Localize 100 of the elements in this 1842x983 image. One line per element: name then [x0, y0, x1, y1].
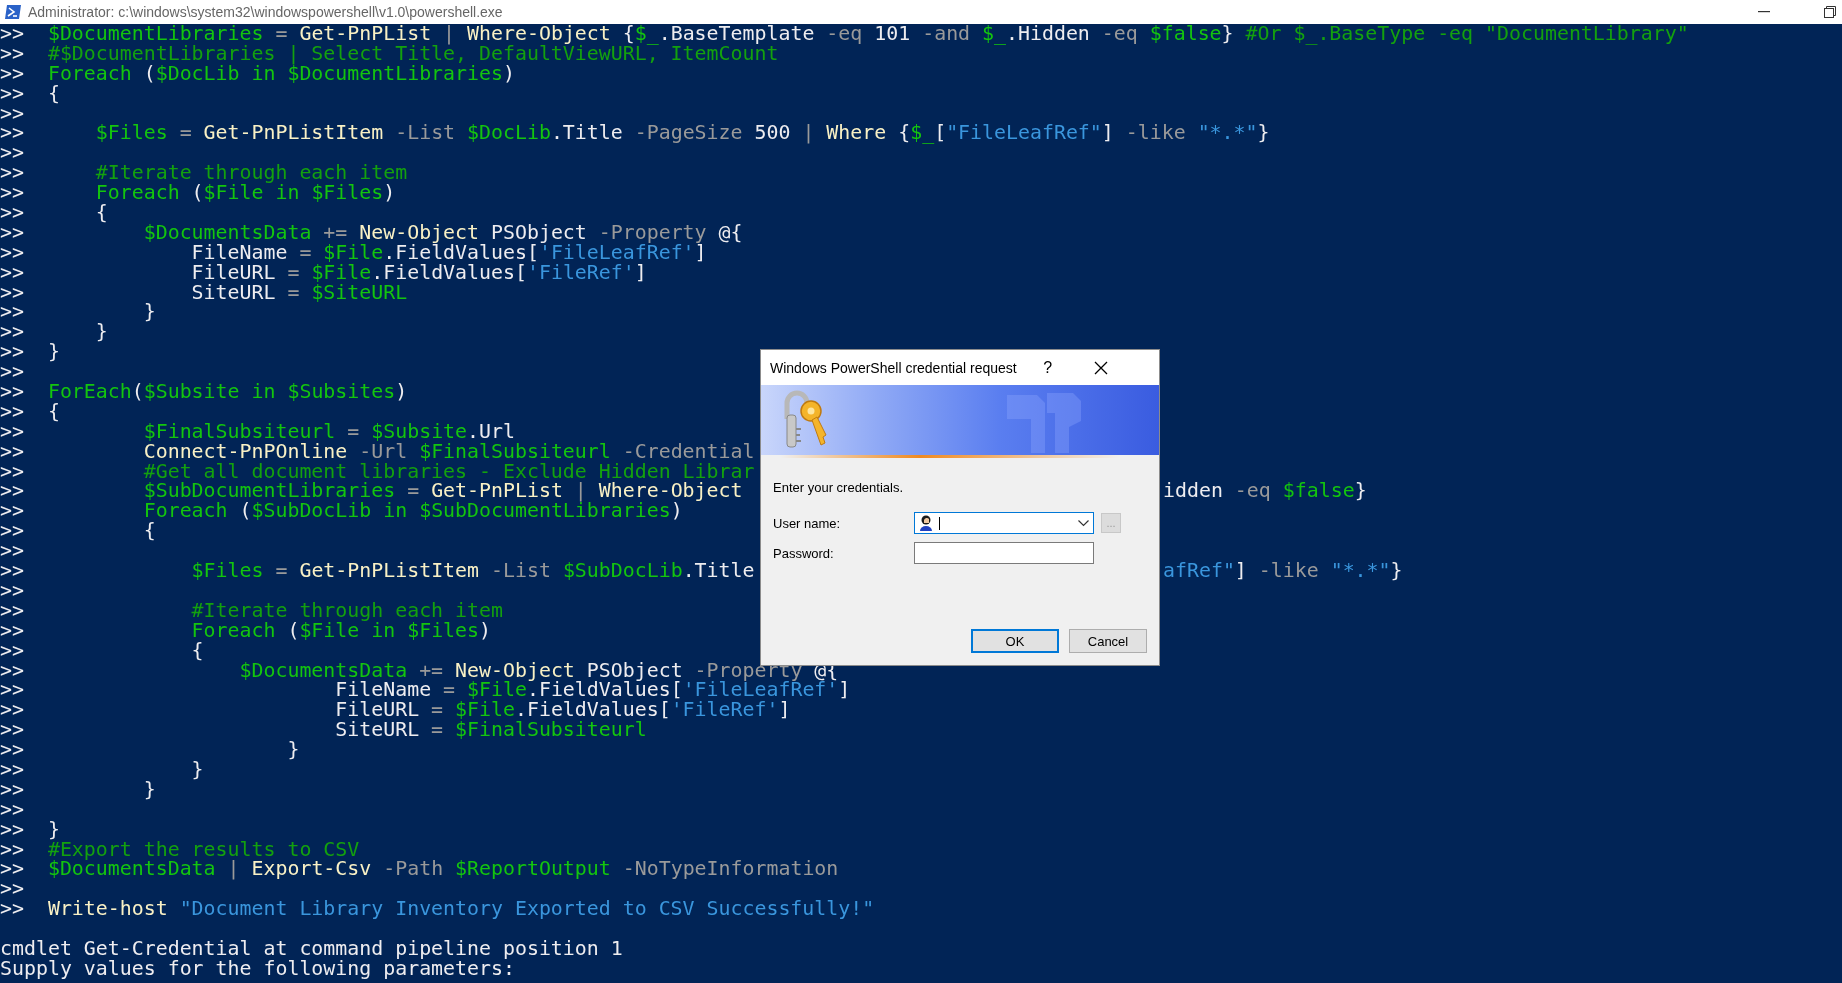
code-line: }: [142, 779, 156, 800]
prompt-marker: >>: [0, 561, 24, 582]
code-line: $DocumentsData | Export-Csv -Path $ReportOutput -NoTypeInformation: [46, 859, 839, 880]
prompt-marker: >>: [0, 282, 24, 303]
minimize-icon[interactable]: [1758, 11, 1770, 13]
prompt-marker: >>: [0, 700, 24, 721]
prompt-marker: >>: [0, 640, 24, 661]
code-line: $Files = Get-PnPListItem -List $SubDocLib.Title: [190, 561, 755, 582]
prompt-marker: >>: [0, 799, 24, 820]
password-field[interactable]: [914, 542, 1094, 564]
code-line: Foreach ($DocLib in $DocumentLibraries): [46, 63, 515, 84]
output-line: Supply values for the following parameters:: [0, 958, 515, 979]
code-line: }: [286, 740, 300, 761]
prompt-marker: >>: [0, 680, 24, 701]
prompt-marker: >>: [0, 322, 24, 343]
chevron-down-icon[interactable]: [1078, 519, 1089, 527]
user-icon: [919, 515, 933, 531]
powershell-icon: [4, 4, 22, 20]
prompt-marker: >>: [0, 461, 24, 482]
code-line: ForEach($Subsite in $Subsites): [46, 382, 408, 403]
code-line: $Files = Get-PnPListItem -List $DocLib.Title -PageSize 500 | Where {$_["FileLeafRef"] -like "*.*"}: [94, 123, 1270, 144]
code-line: {: [142, 521, 156, 542]
code-line: {: [190, 640, 204, 661]
code-line: #Iterate through each item: [190, 600, 503, 621]
prompt-marker: >>: [0, 600, 24, 621]
prompt-marker: >>: [0, 899, 24, 920]
prompt-marker: >>: [0, 859, 24, 880]
prompt-marker: >>: [0, 580, 24, 601]
prompt-marker: >>: [0, 242, 24, 263]
code-line: FileName = $File.FieldValues['FileLeafRef']: [191, 242, 707, 263]
prompt-marker: >>: [0, 203, 24, 223]
ok-button[interactable]: OK: [971, 629, 1059, 653]
prompt-marker: >>: [0, 382, 24, 403]
close-icon: [1093, 360, 1108, 375]
prompt-marker: >>: [0, 720, 24, 741]
code-line: $DocumentsData += New-Object PSObject -Property @{: [142, 222, 743, 243]
restore-icon[interactable]: [1824, 6, 1836, 18]
prompt-marker: >>: [0, 362, 24, 383]
code-line: {: [46, 401, 60, 422]
output-line: cmdlet Get-Credential at command pipeline position 1: [0, 938, 623, 959]
code-line: Write-host "Document Library Inventory Exported to CSV Successfully!": [46, 899, 875, 920]
window-title: Administrator: c:\windows\system32\windowspowershell\v1.0\powershell.exe: [28, 4, 503, 20]
prompt-marker: >>: [0, 740, 24, 761]
code-line: Foreach ($File in $Files): [190, 620, 492, 641]
code-line: Foreach ($SubDocLib in $SubDocumentLibraries): [142, 501, 683, 522]
prompt-marker: >>: [0, 401, 24, 422]
code-line: {: [94, 203, 108, 223]
help-button[interactable]: ?: [1034, 353, 1061, 382]
prompt-marker: >>: [0, 183, 24, 204]
prompt-marker: >>: [0, 103, 24, 124]
prompt-marker: >>: [0, 24, 24, 44]
prompt-marker: >>: [0, 541, 24, 562]
prompt-marker: >>: [0, 839, 24, 860]
code-line: }: [46, 342, 60, 363]
prompt-marker: >>: [0, 222, 24, 243]
prompt-marker: >>: [0, 779, 24, 800]
prompt-marker: >>: [0, 83, 24, 104]
prompt-marker: >>: [0, 143, 24, 164]
code-line: idden -eq $false}: [1163, 481, 1367, 502]
dialog-title: Windows PowerShell credential request: [770, 359, 1017, 376]
prompt-marker: >>: [0, 441, 24, 462]
prompt-marker: >>: [0, 43, 24, 64]
code-line: {: [46, 83, 60, 104]
code-line: FileURL = $File.FieldValues['FileRef']: [190, 262, 647, 283]
prompt-marker: >>: [0, 660, 24, 681]
user-name-combo[interactable]: [914, 512, 1094, 534]
code-line: SiteURL = $SiteURL: [190, 282, 408, 303]
prompt-marker: >>: [0, 342, 24, 363]
prompt-marker: >>: [0, 63, 24, 84]
code-line: #Export the results to CSV: [46, 839, 360, 860]
prompt-marker: >>: [0, 262, 24, 283]
prompt-marker: >>: [0, 302, 24, 323]
code-line: FileName = $File.FieldValues['FileLeafRef']: [335, 680, 851, 701]
code-line: $FinalSubsiteurl = $Subsite.Url: [142, 421, 515, 442]
code-line: Foreach ($File in $Files): [94, 183, 396, 204]
prompt-marker: >>: [0, 879, 24, 900]
code-line: SiteURL = $FinalSubsiteurl: [334, 720, 647, 741]
code-line: afRef"] -like "*.*"}: [1163, 561, 1403, 582]
dialog-message: Enter your credentials.: [773, 480, 905, 495]
prompt-marker: >>: [0, 163, 24, 184]
code-line: }: [142, 302, 156, 323]
prompt-marker: >>: [0, 123, 24, 144]
code-line: }: [190, 759, 204, 780]
field-label: Password:: [773, 545, 835, 561]
prompt-marker: >>: [0, 501, 24, 522]
prompt-marker: >>: [0, 819, 24, 840]
code-line: }: [94, 322, 108, 343]
prompt-marker: >>: [0, 521, 24, 542]
text-cursor: [939, 516, 940, 530]
cancel-button[interactable]: Cancel: [1069, 629, 1147, 653]
code-line: }: [46, 819, 60, 840]
prompt-marker: >>: [0, 481, 24, 502]
code-line: #Iterate through each item: [94, 163, 408, 184]
field-label: User name:: [773, 515, 842, 531]
code-line: $DocumentLibraries = Get-PnPList | Where-Object {$_.BaseTemplate -eq 101 -and $_.Hidden -eq $false} #Or $_.BaseType -eq "DocumentLibrary": [46, 24, 1689, 44]
prompt-marker: >>: [0, 759, 24, 780]
prompt-marker: >>: [0, 620, 24, 641]
code-line: #Get all document libraries - Exclude Hidden Librar: [142, 461, 755, 482]
code-line: $SubDocumentLibraries = Get-PnPList | Where-Object: [142, 481, 743, 502]
prompt-marker: >>: [0, 421, 24, 442]
